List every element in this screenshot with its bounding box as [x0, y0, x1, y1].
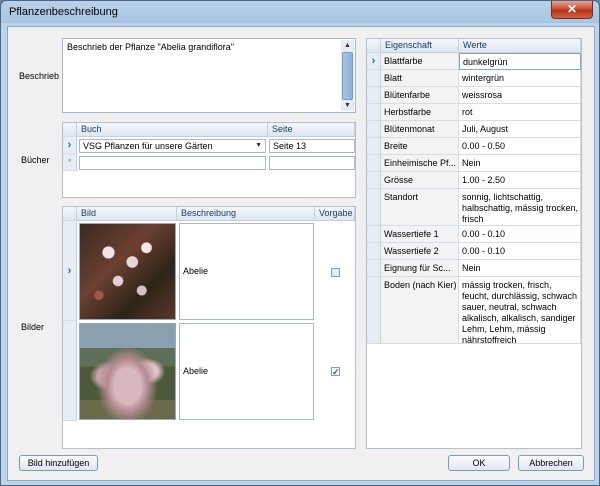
beschrieb-text: Beschrieb der Pflanze "Abelia grandiflor…	[67, 42, 234, 52]
ok-button[interactable]: OK	[448, 455, 510, 471]
property-value[interactable]: Nein	[459, 155, 581, 172]
books-header-seite[interactable]: Seite	[268, 123, 355, 137]
property-name: Wassertiefe 2	[381, 243, 459, 260]
property-value[interactable]: wintergrün	[459, 70, 581, 87]
row-indicator	[367, 189, 381, 226]
label-bilder: Bilder	[21, 322, 45, 332]
row-indicator	[367, 138, 381, 155]
chevron-down-icon[interactable]: ▼	[255, 140, 262, 152]
vorgabe-cell: ✓	[316, 323, 355, 420]
property-value[interactable]: Nein	[459, 260, 581, 277]
row-indicator	[367, 243, 381, 260]
property-value[interactable]: 0.00 - 0.50	[459, 138, 581, 155]
checkmark-icon: ✓	[332, 367, 340, 377]
property-value[interactable]: dunkelgrün	[459, 53, 581, 70]
row-indicator	[367, 121, 381, 138]
row-indicator	[367, 104, 381, 121]
row-indicator	[367, 172, 381, 189]
add-image-button[interactable]: Bild hinzufügen	[19, 455, 98, 471]
property-name: Blütenfarbe	[381, 87, 459, 104]
images-header-bild[interactable]: Bild	[77, 207, 177, 221]
row-indicator	[367, 87, 381, 104]
property-value[interactable]: Juli, August	[459, 121, 581, 138]
property-value[interactable]: sonnig, lichtschattig, halbschattig, mäs…	[459, 189, 581, 226]
property-name: Boden (nach Kier)	[381, 277, 459, 344]
property-value[interactable]: weissrosa	[459, 87, 581, 104]
scroll-thumb[interactable]	[342, 52, 353, 100]
books-grid: Buch Seite › VSG Pflanzen für unsere Gär…	[62, 122, 356, 198]
row-indicator	[367, 277, 381, 344]
close-button[interactable]: ✕	[551, 1, 593, 19]
window-title: Pflanzenbeschreibung	[9, 6, 118, 18]
row-indicator	[367, 155, 381, 172]
books-cell-buch[interactable]: VSG Pflanzen für unsere Gärten ▼	[79, 139, 266, 153]
books-corner	[63, 123, 77, 137]
property-name: Grösse	[381, 172, 459, 189]
vorgabe-checkbox[interactable]: ✓	[331, 367, 340, 377]
current-row-icon: ›	[63, 137, 77, 154]
property-name: Blütenmonat	[381, 121, 459, 138]
image-description-cell[interactable]: Abelie	[179, 223, 314, 320]
new-row-icon: *	[63, 154, 77, 171]
images-corner	[63, 207, 77, 221]
property-value[interactable]: 0.00 - 0.10	[459, 243, 581, 260]
images-header-beschreibung[interactable]: Beschreibung	[177, 207, 315, 221]
beschrieb-scrollbar[interactable]: ▲ ▼	[341, 40, 354, 111]
property-name: Eignung für Sc...	[381, 260, 459, 277]
current-row-icon: ›	[367, 53, 381, 70]
title-bar: Pflanzenbeschreibung ✕	[1, 1, 599, 25]
plant-image[interactable]	[79, 323, 176, 420]
property-name: Herbstfarbe	[381, 104, 459, 121]
scroll-up-icon[interactable]: ▲	[341, 40, 354, 51]
images-grid: Bild Beschreibung Vorgabe › Abelie Abeli…	[62, 206, 356, 449]
row-indicator	[63, 321, 77, 421]
current-row-icon: ›	[63, 221, 77, 321]
vorgabe-cell	[316, 223, 355, 320]
label-beschrieb: Beschrieb	[19, 71, 60, 81]
property-name: Wassertiefe 1	[381, 226, 459, 243]
property-value[interactable]: 1.00 - 2.50	[459, 172, 581, 189]
properties-header-werte[interactable]: Werte	[459, 39, 581, 53]
image-description-cell[interactable]: Abelie	[179, 323, 314, 420]
vorgabe-checkbox[interactable]	[331, 268, 340, 277]
books-new-seite[interactable]	[269, 156, 355, 170]
property-value[interactable]: 0.00 - 0.10	[459, 226, 581, 243]
property-name: Breite	[381, 138, 459, 155]
property-name: Einheimische Pf...	[381, 155, 459, 172]
plant-image[interactable]	[79, 223, 176, 320]
property-name: Blatt	[381, 70, 459, 87]
properties-header-eigenschaft[interactable]: Eigenschaft	[381, 39, 459, 53]
property-name: Blattfarbe	[381, 53, 459, 70]
images-header-vorgabe[interactable]: Vorgabe	[315, 207, 355, 221]
beschrieb-textarea[interactable]: Beschrieb der Pflanze "Abelia grandiflor…	[62, 38, 356, 113]
label-buecher: Bücher	[21, 155, 50, 165]
books-cell-seite[interactable]: Seite 13	[269, 139, 355, 153]
books-header-buch[interactable]: Buch	[77, 123, 268, 137]
scroll-down-icon[interactable]: ▼	[341, 100, 354, 111]
books-new-buch[interactable]	[79, 156, 266, 170]
cancel-button[interactable]: Abbrechen	[518, 455, 584, 471]
property-value[interactable]: rot	[459, 104, 581, 121]
dialog-body: Beschrieb Bücher Bilder Beschrieb der Pf…	[7, 26, 595, 481]
row-indicator	[367, 226, 381, 243]
book-title: VSG Pflanzen für unsere Gärten	[83, 141, 213, 151]
dialog-window: Pflanzenbeschreibung ✕ Beschrieb Bücher …	[0, 0, 600, 486]
property-name: Standort	[381, 189, 459, 226]
close-icon: ✕	[566, 2, 578, 16]
properties-grid: Eigenschaft Werte › Blattfarbe dunkelgrün B…	[366, 38, 582, 449]
row-indicator	[367, 260, 381, 277]
property-value[interactable]: mässig trocken, frisch, feucht, durchläs…	[459, 277, 581, 345]
properties-corner	[367, 39, 381, 53]
row-indicator	[367, 70, 381, 87]
